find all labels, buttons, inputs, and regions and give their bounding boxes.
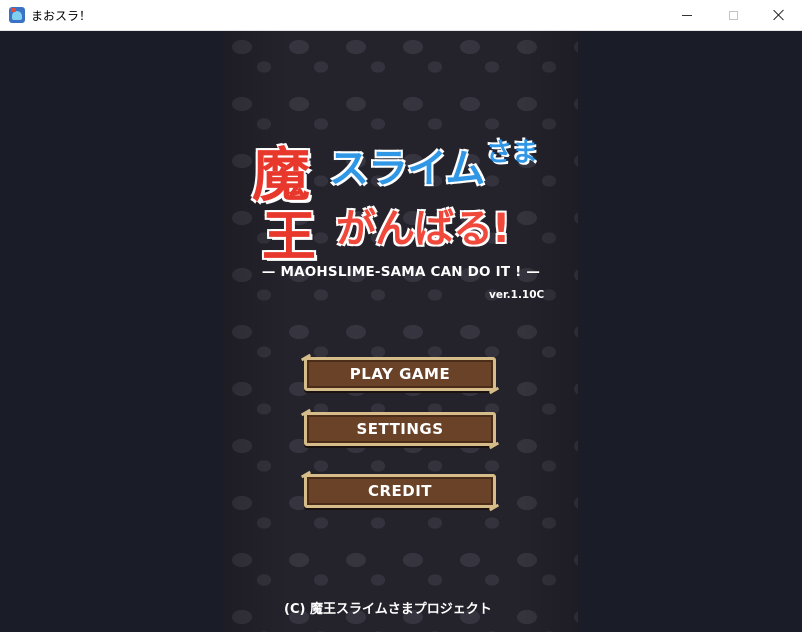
maximize-icon: [728, 10, 738, 20]
close-icon: [773, 9, 785, 21]
logo-slime-text: スライム: [328, 145, 487, 194]
maximize-button[interactable]: [710, 0, 756, 30]
logo-kanji-ou: 王: [261, 204, 318, 270]
window-title: まおスラ！: [31, 9, 92, 23]
play-game-label: PLAY GAME: [349, 365, 451, 383]
logo-sama-text: さま: [485, 137, 539, 169]
game-canvas[interactable]: [224, 31, 578, 632]
minimize-icon: [682, 14, 692, 16]
logo-ganbaru-text: がんばる!: [335, 205, 512, 254]
app-icon: [9, 7, 25, 23]
copyright-text: (C) 魔王スライムさまプロジェクト: [284, 602, 492, 617]
minimize-button[interactable]: [664, 0, 710, 30]
close-button[interactable]: [756, 0, 802, 30]
logo-subtitle: — MAOHSLIME-SAMA CAN DO IT ! —: [261, 264, 541, 280]
settings-label: SETTINGS: [356, 420, 444, 438]
window-titlebar[interactable]: まおスラ！: [0, 0, 802, 31]
play-game-button[interactable]: PLAY GAME: [304, 357, 496, 391]
credit-label: CREDIT: [367, 482, 433, 500]
version-label: ver.1.10C: [489, 289, 545, 301]
settings-button[interactable]: SETTINGS: [304, 412, 496, 446]
credit-button[interactable]: CREDIT: [304, 474, 496, 508]
